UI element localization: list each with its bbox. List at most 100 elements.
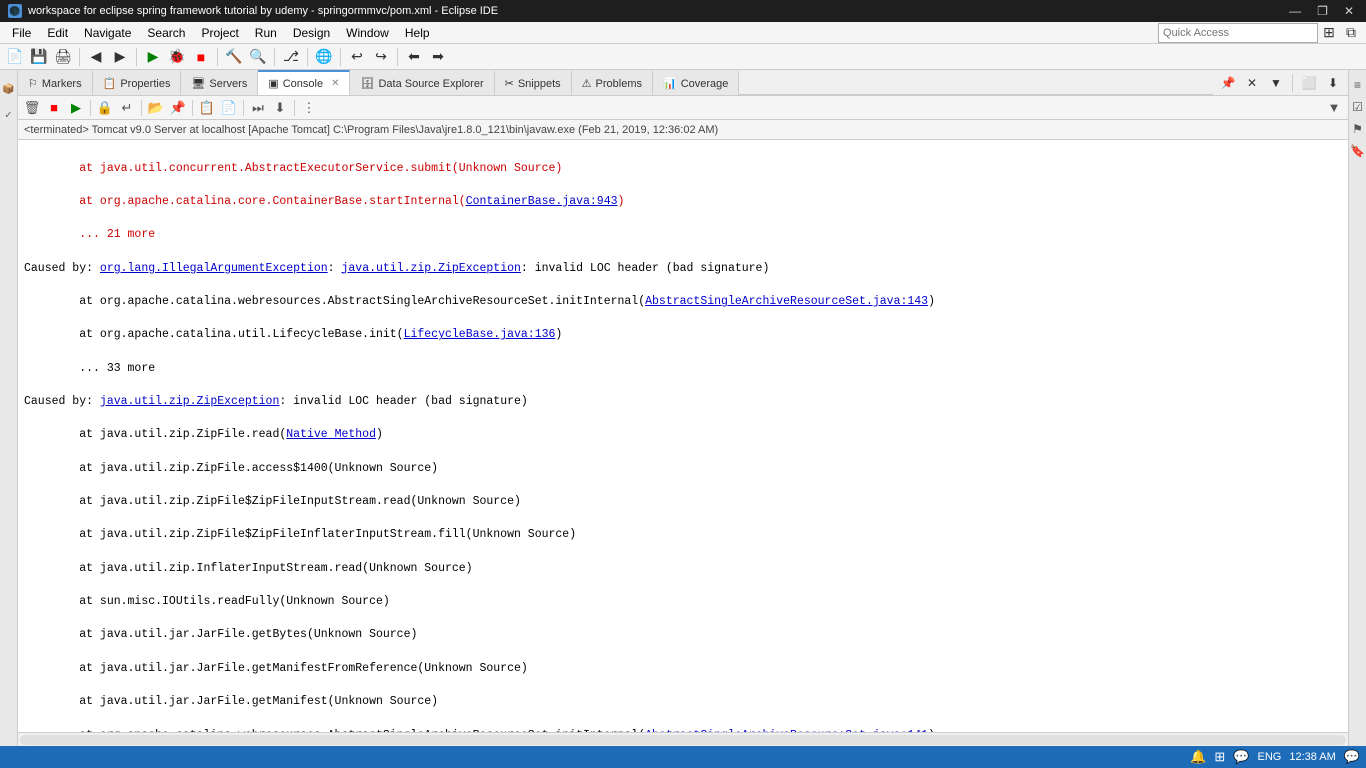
close-button[interactable]: ✕	[1340, 4, 1358, 18]
minimize-view-button[interactable]: ⬇	[1322, 72, 1344, 94]
status-chat-icon[interactable]: 💬	[1233, 749, 1249, 765]
toolbar-separator-7	[397, 48, 398, 66]
perspective-button[interactable]: ⊞	[1318, 22, 1340, 44]
right-icon-bookmarks[interactable]: 🔖	[1350, 144, 1365, 158]
menu-help[interactable]: Help	[397, 24, 438, 42]
left-icon-tasks[interactable]: ✓	[1, 106, 16, 125]
asars-143-link[interactable]: AbstractSingleArchiveResourceSet.java:14…	[645, 295, 928, 308]
quick-access-input[interactable]	[1158, 23, 1318, 43]
tab-servers-label: Servers	[209, 78, 247, 90]
console-menu-button[interactable]: ▼	[1265, 72, 1287, 94]
tab-problems[interactable]: ⚠ Problems	[572, 70, 653, 95]
containerbase-link[interactable]: ContainerBase.java:943	[466, 195, 618, 208]
native-method-link[interactable]: Native Method	[286, 428, 376, 441]
debug-button[interactable]: 🐞	[166, 46, 188, 68]
maximize-view-button[interactable]: ⬜	[1298, 72, 1320, 94]
save-button[interactable]: 💾	[28, 46, 50, 68]
menu-design[interactable]: Design	[285, 24, 338, 42]
zip-exc-link[interactable]: java.util.zip.ZipException	[341, 262, 520, 275]
step-over-button[interactable]: ⏭	[248, 98, 268, 118]
redo-button[interactable]: ↪	[370, 46, 392, 68]
ctb-sep5	[294, 100, 295, 116]
back-button[interactable]: ◀	[85, 46, 107, 68]
ctb-sep2	[141, 100, 142, 116]
step-into-button[interactable]: ⬇	[270, 98, 290, 118]
print-button[interactable]: 🖨	[52, 46, 74, 68]
console-view-menu-button[interactable]: ▼	[1324, 98, 1344, 118]
paste-console-button[interactable]: 📄	[219, 98, 239, 118]
menu-window[interactable]: Window	[338, 24, 397, 42]
open-console-button[interactable]: 📂	[146, 98, 166, 118]
console-line: at java.util.zip.InflaterInputStream.rea…	[24, 561, 1342, 578]
tab-data-source-explorer[interactable]: 🗄 Data Source Explorer	[350, 70, 494, 95]
iae-link[interactable]: org.lang.IllegalArgumentException	[100, 262, 328, 275]
tab-problems-label: Problems	[596, 78, 642, 90]
horizontal-scrollbar[interactable]	[18, 732, 1348, 746]
terminate-button[interactable]: ■	[44, 98, 64, 118]
run-button[interactable]: ▶	[142, 46, 164, 68]
navigate-back-button[interactable]: ⬅	[403, 46, 425, 68]
left-icon-package[interactable]: 📦	[1, 78, 16, 98]
menu-navigate[interactable]: Navigate	[76, 24, 139, 42]
pin-console-button[interactable]: 📌	[168, 98, 188, 118]
console-line: at java.util.zip.ZipFile.read(Native Met…	[24, 427, 1342, 444]
minimize-button[interactable]: —	[1285, 4, 1305, 18]
scroll-lock-button[interactable]: 🔒	[95, 98, 115, 118]
problems-tab-icon: ⚠	[582, 77, 592, 90]
navigate-fwd-button[interactable]: ➡	[427, 46, 449, 68]
forward-button[interactable]: ▶	[109, 46, 131, 68]
search-button[interactable]: 🔍	[247, 46, 269, 68]
console-close-button[interactable]: ✕	[1241, 72, 1263, 94]
right-icon-outline[interactable]: ≡	[1354, 78, 1361, 92]
new-button[interactable]: 📄	[4, 46, 26, 68]
right-icon-tasks[interactable]: ☑	[1352, 100, 1363, 114]
main-area: 📦 ✓ ⚐ Markers 📋 Properties 🖥 Servers ▣ C…	[0, 70, 1366, 746]
word-wrap-button[interactable]: ↵	[117, 98, 137, 118]
web-button[interactable]: 🌐	[313, 46, 335, 68]
run-last-button[interactable]: ▶	[66, 98, 86, 118]
console-tab-close[interactable]: ✕	[331, 78, 339, 89]
menu-file[interactable]: File	[4, 24, 39, 42]
servers-tab-icon: 🖥	[191, 77, 205, 90]
tab-dse-label: Data Source Explorer	[378, 78, 483, 90]
clear-console-button[interactable]: 🗑	[22, 98, 42, 118]
zip-exc2-link[interactable]: java.util.zip.ZipException	[100, 395, 279, 408]
properties-tab-icon: 📋	[103, 77, 117, 90]
status-msg-icon[interactable]: 💬	[1344, 749, 1360, 765]
status-lang: ENG	[1257, 751, 1281, 763]
left-panel-icons: 📦 ✓	[0, 70, 18, 746]
menu-search[interactable]: Search	[139, 24, 193, 42]
tab-properties-label: Properties	[120, 78, 170, 90]
tab-servers[interactable]: 🖥 Servers	[181, 70, 258, 95]
more-options-button[interactable]: ⋮	[299, 98, 319, 118]
status-time: 12:38 AM	[1289, 751, 1335, 763]
lifecycle-136-link[interactable]: LifecycleBase.java:136	[404, 328, 556, 341]
build-button[interactable]: 🔨	[223, 46, 245, 68]
tab-console[interactable]: ▣ Console ✕	[258, 70, 350, 95]
menu-project[interactable]: Project	[193, 24, 246, 42]
git-button[interactable]: ⎇	[280, 46, 302, 68]
stop-button[interactable]: ■	[190, 46, 212, 68]
menu-run[interactable]: Run	[247, 24, 285, 42]
status-notifications-icon[interactable]: 🔔	[1190, 749, 1206, 765]
view-button[interactable]: ⧉	[1340, 22, 1362, 44]
console-pin-button[interactable]: 📌	[1217, 72, 1239, 94]
tab-coverage[interactable]: 📊 Coverage	[653, 70, 739, 95]
tab-snippets[interactable]: ✂ Snippets	[495, 70, 572, 95]
console-tab-icon: ▣	[268, 77, 278, 90]
tab-console-label: Console	[283, 78, 323, 90]
tab-properties[interactable]: 📋 Properties	[93, 70, 182, 95]
ctb-sep3	[192, 100, 193, 116]
status-layout-icon[interactable]: ⊞	[1214, 749, 1225, 765]
right-icon-markers[interactable]: ⚑	[1352, 122, 1363, 136]
console-tab-sep	[1292, 74, 1293, 92]
console-output[interactable]: at java.util.concurrent.AbstractExecutor…	[18, 140, 1348, 732]
maximize-button[interactable]: ❐	[1313, 4, 1332, 18]
copy-console-button[interactable]: 📋	[197, 98, 217, 118]
tab-markers[interactable]: ⚐ Markers	[18, 70, 93, 95]
console-line: at java.util.zip.ZipFile.access$1400(Unk…	[24, 461, 1342, 478]
h-scroll-track[interactable]	[20, 735, 1346, 745]
console-line: at java.util.jar.JarFile.getManifestFrom…	[24, 661, 1342, 678]
menu-edit[interactable]: Edit	[39, 24, 76, 42]
undo-button[interactable]: ↩	[346, 46, 368, 68]
